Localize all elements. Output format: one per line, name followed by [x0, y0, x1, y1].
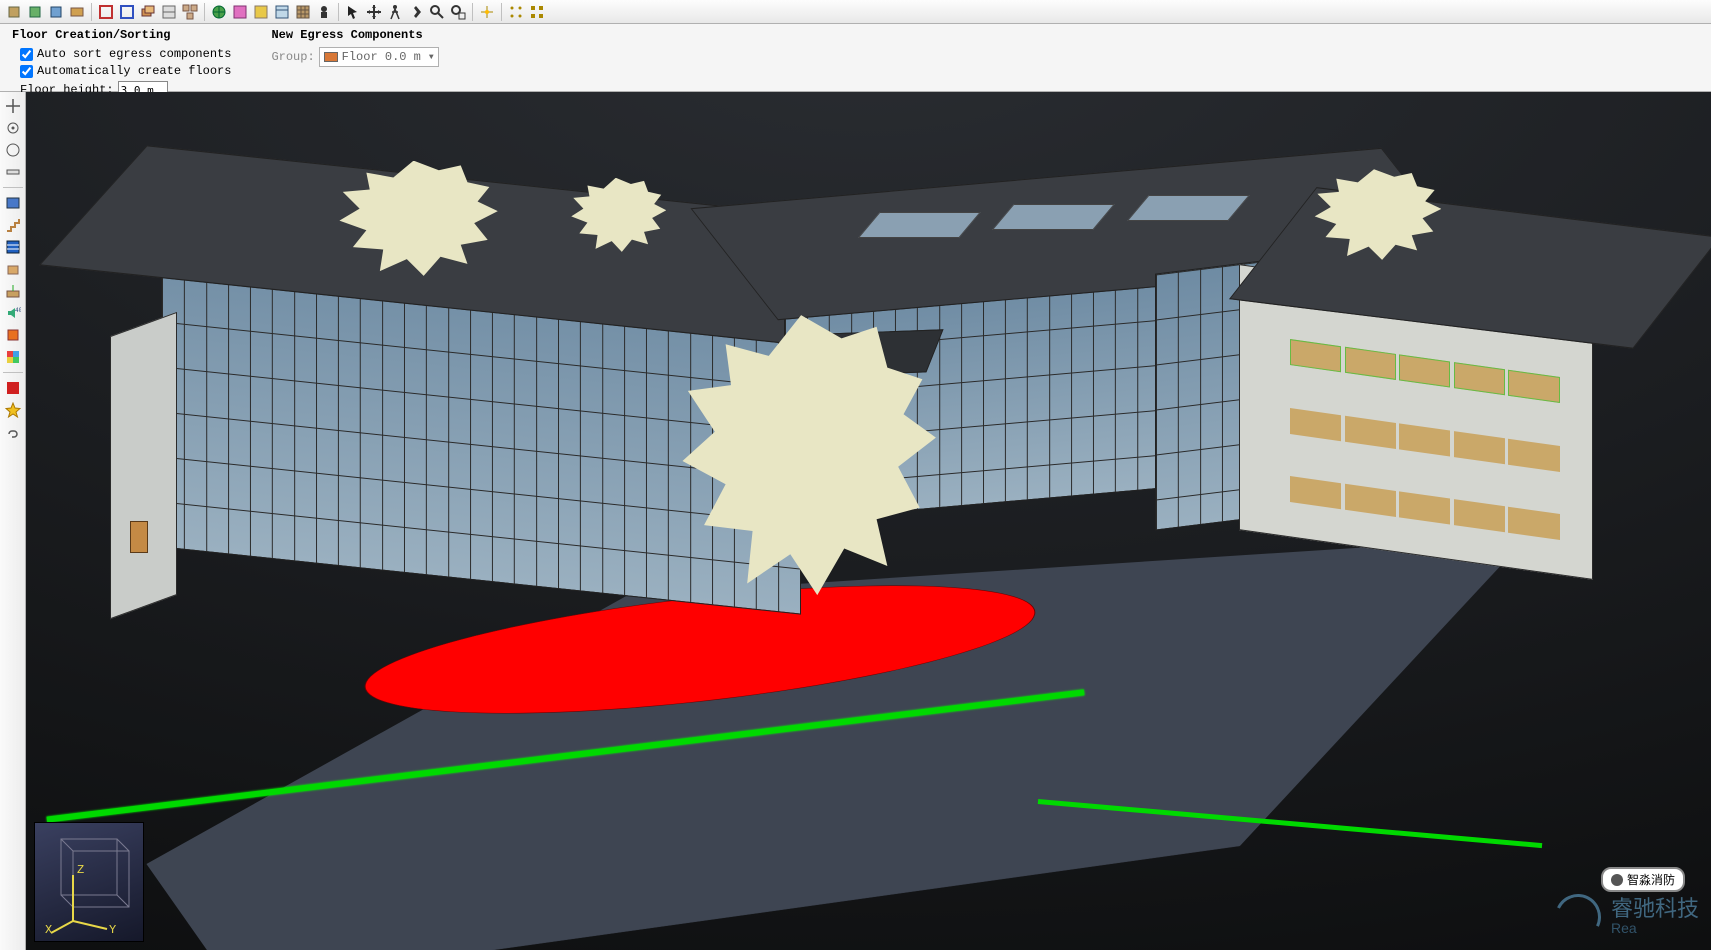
property-bar: Floor Creation/Sorting Auto sort egress … — [0, 24, 1711, 92]
chevron-down-icon: ▼ — [429, 53, 434, 62]
stair-tan-icon[interactable] — [3, 215, 23, 235]
axis-z-label: Z — [77, 863, 84, 877]
axis-x-label: X — [45, 923, 52, 935]
globe-icon[interactable] — [209, 2, 229, 22]
cube-icon[interactable] — [4, 2, 24, 22]
svg-text:40: 40 — [15, 307, 21, 314]
floor-up-icon[interactable] — [3, 281, 23, 301]
top-toolbar — [0, 0, 1711, 24]
group-value: Floor 0.0 m — [342, 50, 421, 64]
skylight — [1127, 195, 1250, 221]
layers2-icon[interactable] — [159, 2, 179, 22]
snap-corners-icon[interactable] — [527, 2, 547, 22]
auto-create-checkbox[interactable] — [20, 65, 33, 78]
person-icon[interactable] — [314, 2, 334, 22]
floor-creation-panel: Floor Creation/Sorting Auto sort egress … — [12, 28, 231, 87]
watermark-logo-icon — [1549, 888, 1608, 947]
zoom-icon[interactable] — [427, 2, 447, 22]
group-label: Group: — [271, 50, 314, 64]
cube-blue-icon[interactable] — [46, 2, 66, 22]
group-dropdown[interactable]: Floor 0.0 m ▼ — [319, 47, 439, 67]
box-tan-icon[interactable] — [3, 259, 23, 279]
skylight — [993, 204, 1116, 230]
move-arrows-icon[interactable] — [3, 96, 23, 116]
auto-create-label: Automatically create floors — [37, 64, 231, 78]
cube-green-icon[interactable] — [25, 2, 45, 22]
cube-orange-icon[interactable] — [3, 325, 23, 345]
box-icon[interactable] — [67, 2, 87, 22]
stair-hash-icon[interactable] — [3, 237, 23, 257]
auto-sort-checkbox-row[interactable]: Auto sort egress components — [12, 47, 231, 61]
layers-icon[interactable] — [138, 2, 158, 22]
select-box-red-icon[interactable] — [96, 2, 116, 22]
auto-sort-checkbox[interactable] — [20, 48, 33, 61]
door — [130, 521, 148, 553]
walk-icon[interactable] — [385, 2, 405, 22]
link-icon[interactable] — [3, 422, 23, 442]
building-left-endwall — [110, 311, 177, 619]
badge-dot-icon — [1611, 874, 1623, 886]
left-toolstrip: 40 — [0, 92, 26, 950]
window-icon[interactable] — [272, 2, 292, 22]
floor-swatch-icon — [324, 52, 338, 62]
star-yellow-icon[interactable] — [3, 400, 23, 420]
orientation-gizmo[interactable]: Z Y X — [34, 822, 144, 942]
palette-icon[interactable] — [251, 2, 271, 22]
badge-text: 智淼消防 — [1627, 871, 1675, 888]
group-row: Group: Floor 0.0 m ▼ — [271, 47, 438, 67]
viewport-3d[interactable]: Z Y X 智淼消防 睿驰科技 Rea — [26, 92, 1711, 950]
snap-grid-icon[interactable] — [506, 2, 526, 22]
palette2-icon[interactable] — [3, 347, 23, 367]
new-egress-panel: New Egress Components Group: Floor 0.0 m… — [271, 28, 438, 87]
mesh-pink-icon[interactable] — [230, 2, 250, 22]
multi-box-icon[interactable] — [180, 2, 200, 22]
new-egress-title: New Egress Components — [271, 28, 438, 42]
ruler-icon[interactable] — [3, 162, 23, 182]
scale-icon[interactable] — [3, 140, 23, 160]
grid-icon[interactable] — [293, 2, 313, 22]
sound-icon[interactable]: 40 — [3, 303, 23, 323]
target-icon[interactable] — [3, 118, 23, 138]
watermark-badge: 智淼消防 — [1601, 867, 1685, 892]
floor-creation-title: Floor Creation/Sorting — [12, 28, 231, 42]
snap-icon[interactable] — [477, 2, 497, 22]
fill-red-icon[interactable] — [3, 378, 23, 398]
axis-y-label: Y — [109, 923, 116, 935]
move-cross-icon[interactable] — [364, 2, 384, 22]
run-icon[interactable] — [406, 2, 426, 22]
pointer-icon[interactable] — [343, 2, 363, 22]
auto-sort-label: Auto sort egress components — [37, 47, 231, 61]
wall-blue-icon[interactable] — [3, 193, 23, 213]
skylight — [858, 212, 981, 238]
watermark: 睿驰科技 Rea — [1555, 894, 1699, 940]
watermark-subtitle: Rea — [1611, 920, 1699, 936]
watermark-title: 睿驰科技 — [1611, 898, 1699, 920]
auto-create-checkbox-row[interactable]: Automatically create floors — [12, 64, 231, 78]
select-box-blue-icon[interactable] — [117, 2, 137, 22]
zoom-area-icon[interactable] — [448, 2, 468, 22]
